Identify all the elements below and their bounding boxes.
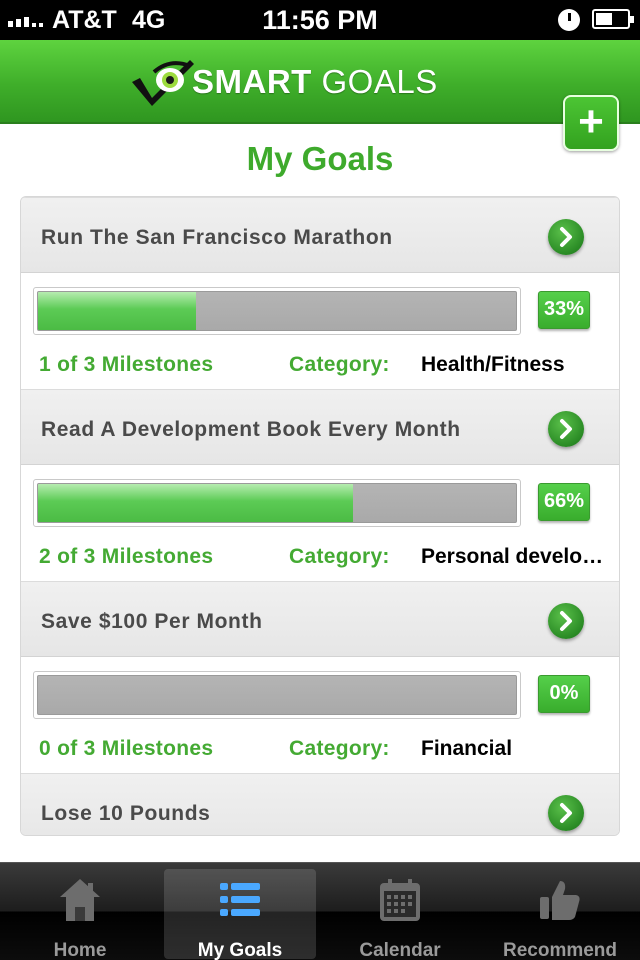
- category-label: Category:: [289, 545, 390, 568]
- tab-label: Calendar: [359, 940, 441, 960]
- progress-fill: [38, 292, 196, 330]
- goal-row[interactable]: Lose 10 Pounds: [21, 773, 619, 835]
- goal-progress-panel: 33% 1 of 3 Milestones Category: Health/F…: [21, 273, 619, 389]
- percent-badge: 66%: [538, 483, 590, 521]
- status-bar: AT&T 4G 11:56 PM: [0, 0, 640, 40]
- chevron-right-icon: [560, 227, 572, 247]
- goal-title: Save $100 Per Month: [41, 610, 263, 633]
- thumbs-up-icon: [540, 881, 580, 920]
- category-value: Health/Fitness: [421, 353, 565, 376]
- tab-label: Home: [53, 940, 107, 960]
- battery-icon: [592, 9, 634, 29]
- category-value: Financial: [421, 737, 513, 760]
- tab-recommend[interactable]: Recommend: [484, 869, 636, 960]
- tab-label: Recommend: [502, 940, 618, 960]
- goal-title: Run The San Francisco Marathon: [41, 226, 393, 249]
- progress-bar: [33, 287, 521, 335]
- goal-title: Lose 10 Pounds: [41, 802, 211, 825]
- tab-calendar[interactable]: Calendar: [324, 869, 476, 960]
- milestones-count: 2 of 3 Milestones: [39, 545, 214, 568]
- category-value: Personal develo…: [421, 545, 601, 568]
- goal-detail-button[interactable]: [548, 411, 584, 447]
- logo-text: SMART GOALS: [192, 63, 438, 100]
- category-label: Category:: [289, 737, 390, 760]
- tab-my-goals[interactable]: My Goals: [164, 869, 316, 960]
- tab-bar: Home My Goals Calendar Recommend: [0, 862, 640, 960]
- milestones-count: 1 of 3 Milestones: [39, 353, 214, 376]
- goals-list: Run The San Francisco Marathon 33% 1 of …: [20, 196, 620, 836]
- home-icon: [60, 879, 100, 921]
- goal-progress-panel: 0% 0 of 3 Milestones Category: Financial: [21, 657, 619, 773]
- tab-label: My Goals: [197, 940, 283, 960]
- category-label: Category:: [289, 353, 390, 376]
- goal-row[interactable]: Run The San Francisco Marathon: [21, 197, 619, 273]
- percent-badge: 33%: [538, 291, 590, 329]
- alarm-icon: [558, 9, 580, 31]
- progress-bar: [33, 479, 521, 527]
- app-header: SMART GOALS +: [0, 40, 640, 151]
- eye-check-logo-icon: [132, 60, 194, 106]
- goal-detail-button[interactable]: [548, 219, 584, 255]
- status-time: 11:56 PM: [262, 5, 378, 35]
- app-logo: SMART GOALS: [130, 54, 438, 110]
- chevron-right-icon: [560, 611, 572, 631]
- chevron-right-icon: [560, 803, 572, 823]
- goal-detail-button[interactable]: [548, 795, 584, 831]
- goal-detail-button[interactable]: [548, 603, 584, 639]
- milestones-count: 0 of 3 Milestones: [39, 737, 214, 760]
- calendar-icon: [380, 879, 420, 921]
- chevron-right-icon: [560, 419, 572, 439]
- list-icon: [220, 883, 260, 916]
- goal-row[interactable]: Save $100 Per Month: [21, 581, 619, 657]
- progress-bar: [33, 671, 521, 719]
- page-title: My Goals: [246, 140, 394, 177]
- goal-row[interactable]: Read A Development Book Every Month: [21, 389, 619, 465]
- tab-home[interactable]: Home: [4, 869, 156, 960]
- progress-fill: [38, 484, 354, 522]
- goal-progress-panel: 66% 2 of 3 Milestones Category: Personal…: [21, 465, 619, 581]
- goal-title: Read A Development Book Every Month: [41, 418, 461, 441]
- percent-badge: 0%: [538, 675, 590, 713]
